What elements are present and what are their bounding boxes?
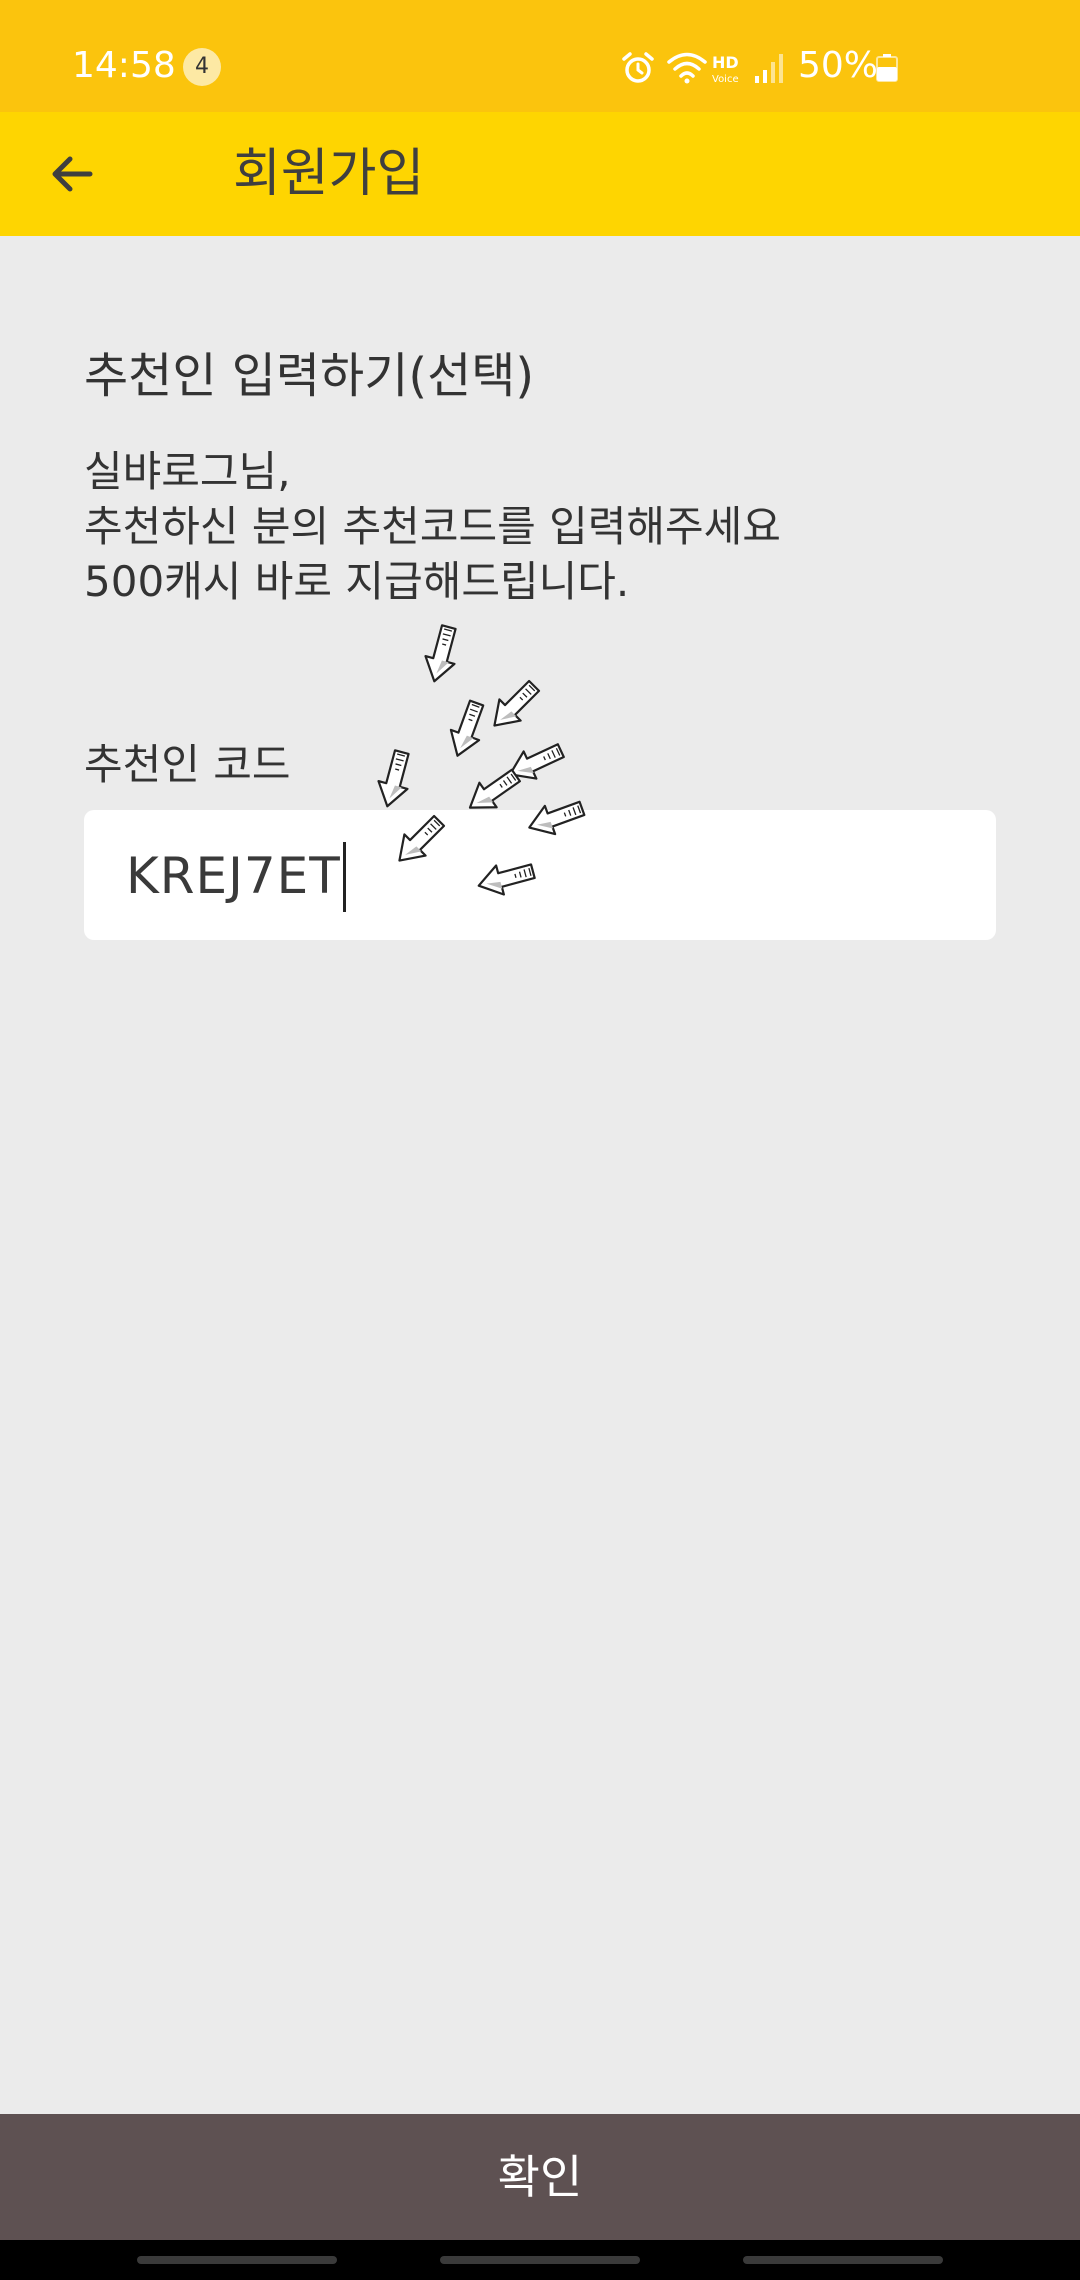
status-bar: 14:58 4 HD Voice 50% (0, 0, 1080, 112)
alarm-icon (622, 52, 654, 83)
battery-icon (876, 54, 898, 82)
notification-count-badge: 4 (183, 48, 221, 86)
page-title: 회원가입 (233, 144, 425, 204)
referral-code-value: KREJ7ET (126, 847, 341, 905)
decorative-arrows (371, 622, 589, 902)
arrow-doodle-icon (523, 793, 589, 843)
confirm-button[interactable]: 확인 (0, 2114, 1080, 2240)
section-title: 추천인 입력하기(선택) (84, 348, 535, 404)
svg-text:HD: HD (712, 53, 739, 72)
status-time: 14:58 (72, 45, 176, 86)
arrow-doodle-icon (442, 696, 492, 762)
description: 실뱌로그님, 추천하신 분의 추천코드를 입력해주세요 500캐시 바로 지급해… (84, 444, 781, 609)
wifi-icon (667, 52, 707, 84)
system-nav-bar (0, 2240, 1080, 2280)
arrow-doodle-icon (473, 855, 538, 902)
description-line: 추천하신 분의 추천코드를 입력해주세요 (84, 502, 781, 551)
hd-voice-icon: HD Voice (712, 53, 739, 85)
nav-pill-right[interactable] (743, 2256, 943, 2264)
arrow-doodle-icon (371, 747, 418, 812)
back-button[interactable] (40, 140, 108, 208)
battery-percent: 50% (798, 45, 879, 86)
arrow-left-icon (52, 156, 93, 192)
arrow-doodle-icon (387, 809, 451, 873)
nav-pill-left[interactable] (137, 2256, 337, 2264)
signal-icon (755, 54, 783, 83)
description-line: 실뱌로그님, (84, 447, 291, 496)
app-bar: 회원가입 (0, 112, 1080, 236)
arrow-doodle-icon (482, 674, 546, 738)
svg-text:Voice: Voice (712, 74, 739, 85)
arrow-doodle-icon (418, 622, 465, 687)
description-line: 500캐시 바로 지급해드립니다. (84, 557, 630, 606)
referral-code-label: 추천인 코드 (84, 740, 291, 789)
text-cursor (343, 842, 346, 912)
nav-pill-center[interactable] (440, 2256, 640, 2264)
